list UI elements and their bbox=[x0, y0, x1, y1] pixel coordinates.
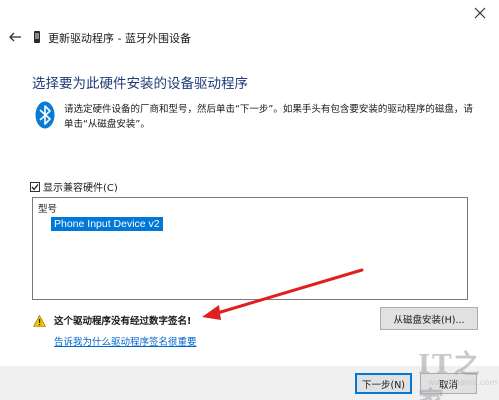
cancel-button[interactable]: 取消 bbox=[420, 373, 477, 394]
driver-signing-help-link[interactable]: 告诉我为什么驱动程序签名很重要 bbox=[54, 334, 197, 348]
page-heading: 选择要为此硬件安装的设备驱动程序 bbox=[32, 76, 248, 92]
unsigned-driver-warning: 这个驱动程序没有经过数字签名! bbox=[54, 316, 192, 327]
checkbox-box[interactable] bbox=[30, 181, 40, 192]
check-icon bbox=[31, 183, 39, 191]
instructions-text: 请选定硬件设备的厂商和型号，然后单击“下一步”。如果手头有包含要安装的驱动程序的… bbox=[64, 104, 473, 130]
list-item[interactable]: Phone Input Device v2 bbox=[51, 217, 163, 231]
list-column-header: 型号 bbox=[38, 204, 58, 215]
update-driver-dialog: 更新驱动程序 - 蓝牙外围设备 选择要为此硬件安装的设备驱动程序 请选定硬件设备… bbox=[0, 0, 499, 400]
bluetooth-icon bbox=[35, 101, 55, 129]
have-disk-button[interactable]: 从磁盘安装(H)... bbox=[380, 307, 478, 330]
warning-icon bbox=[33, 315, 46, 327]
show-compatible-hardware-checkbox[interactable]: 显示兼容硬件(C) bbox=[30, 179, 118, 194]
window-title: 更新驱动程序 - 蓝牙外围设备 bbox=[48, 32, 191, 45]
device-icon bbox=[34, 31, 40, 43]
next-button[interactable]: 下一步(N) bbox=[355, 373, 412, 394]
model-listbox[interactable]: 型号 Phone Input Device v2 bbox=[32, 197, 468, 300]
back-arrow-icon[interactable] bbox=[8, 30, 22, 44]
checkbox-label: 显示兼容硬件(C) bbox=[43, 183, 118, 194]
close-icon[interactable] bbox=[473, 6, 487, 20]
